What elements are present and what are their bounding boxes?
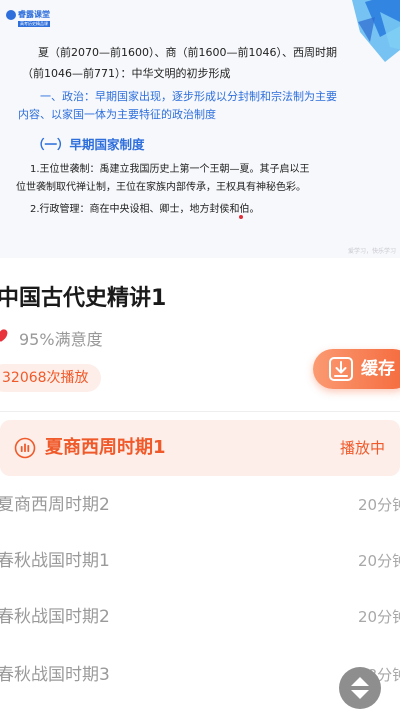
corner-decoration-icon — [352, 0, 400, 62]
logo-name: 睿露课堂 — [18, 10, 50, 19]
chapter-item-active[interactable]: 夏商西周时期1 播放中 — [0, 420, 400, 476]
slide-section-line2: 内容、以家国一体为主要特征的政治制度 — [18, 108, 216, 121]
play-count-badge: 32068次播放 — [0, 364, 101, 392]
slide-body-line2: 位世袭制取代禅让制，王位在家族内部传承，王权具有神秘色彩。 — [16, 182, 306, 193]
cache-label: 缓存 — [361, 359, 395, 379]
chapter-duration: 20分钟 — [358, 608, 400, 626]
video-watermark: 爱学习，快乐学习 — [347, 248, 396, 255]
heart-icon — [0, 329, 8, 342]
section-divider — [0, 411, 400, 412]
scroll-top-icon — [351, 677, 369, 699]
slide-body-line3: 2.行政管理：商在中央设相、卿士，地方封侯和伯。 — [30, 204, 260, 215]
chapter-active-title: 夏商西周时期1 — [45, 437, 166, 458]
brand-logo: 睿露课堂 高考历史精品课 — [6, 10, 52, 28]
playing-status: 播放中 — [340, 439, 386, 457]
scroll-top-button[interactable] — [339, 667, 381, 709]
slide-subheading: （一）早期国家制度 — [32, 137, 145, 152]
satisfaction-rate: 95%满意度 — [19, 330, 103, 349]
course-title: 中国古代史精讲1 — [0, 286, 167, 311]
cache-button[interactable]: 缓存 — [313, 349, 400, 389]
chapter-duration: 20分钟 — [358, 552, 400, 570]
slide-section-line1: 一、政治：早期国家出现，逐步形成以分封制和宗法制为主要 — [40, 90, 337, 103]
slide-title-line2: （前1046—前771）：中华文明的初步形成 — [22, 67, 231, 80]
slide-title-line1: 夏（前2070—前1600）、商（前1600—前1046）、西周时期 — [38, 46, 337, 59]
video-player[interactable]: 睿露课堂 高考历史精品课 夏（前2070—前1600）、商（前1600—前104… — [0, 0, 400, 258]
chapter-title: 夏商西周时期2 — [0, 495, 110, 515]
slide-body-line1: 1.王位世袭制：禹建立我国历史上第一个王朝—夏。其子启以王 — [30, 164, 310, 175]
chapter-title: 春秋战国时期3 — [0, 665, 110, 685]
playing-icon — [14, 437, 36, 459]
course-player-page: 睿露课堂 高考历史精品课 夏（前2070—前1600）、商（前1600—前104… — [0, 0, 400, 711]
logo-mark-icon — [6, 10, 16, 20]
download-icon — [329, 357, 353, 381]
chapter-duration: 20分钟 — [358, 496, 400, 514]
chapter-item[interactable]: 春秋战国时期1 20分钟 — [0, 541, 400, 581]
chapter-item[interactable]: 春秋战国时期2 20分钟 — [0, 597, 400, 637]
pointer-dot-icon — [239, 215, 243, 219]
chapter-title: 春秋战国时期1 — [0, 551, 110, 571]
chapter-title: 春秋战国时期2 — [0, 607, 110, 627]
chapter-item[interactable]: 夏商西周时期2 20分钟 — [0, 485, 400, 525]
logo-subtitle: 高考历史精品课 — [18, 21, 50, 27]
